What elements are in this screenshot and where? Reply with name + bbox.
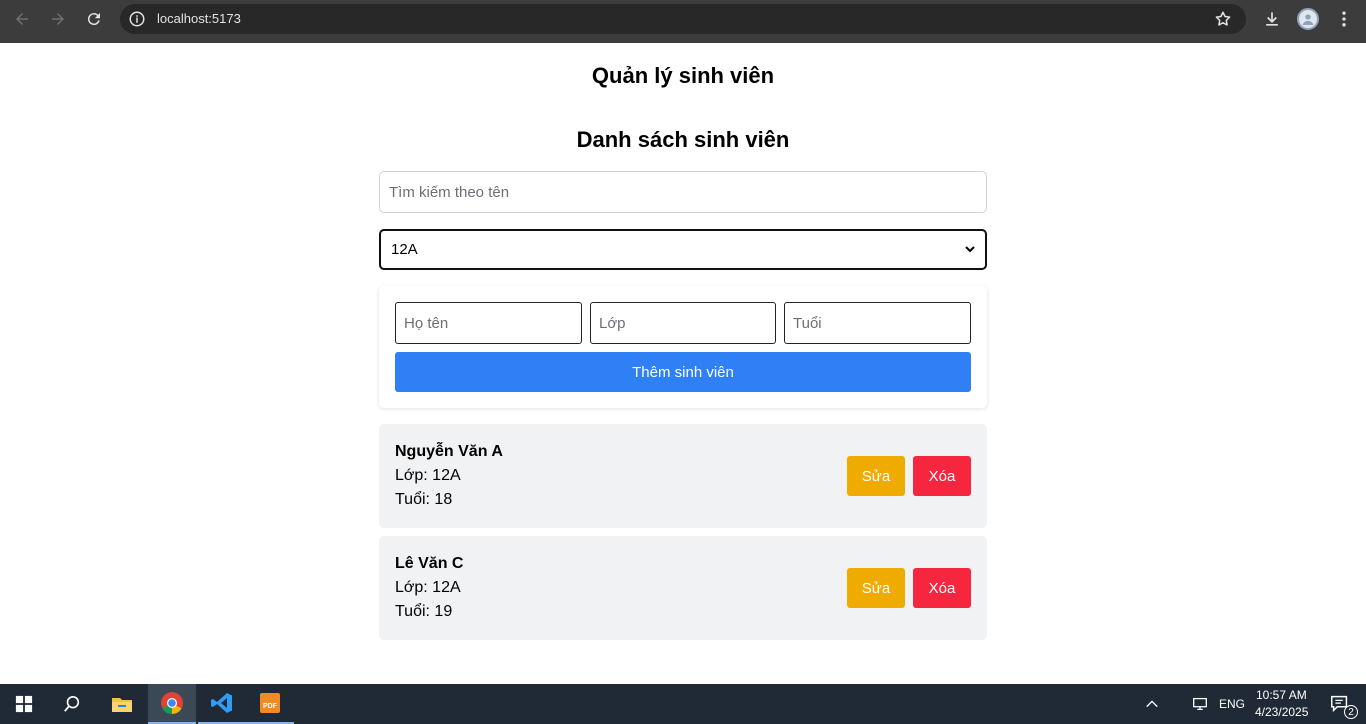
profile-avatar[interactable]	[1297, 8, 1319, 30]
forward-icon[interactable]	[46, 7, 70, 31]
bookmark-star-icon[interactable]	[1214, 10, 1232, 28]
student-age: Tuổi: 19	[395, 603, 453, 620]
student-card: Nguyễn Văn A Lớp: 12A Tuổi: 18 Sửa Xóa	[379, 424, 987, 528]
more-menu-icon[interactable]	[1333, 8, 1355, 30]
back-icon[interactable]	[10, 7, 34, 31]
chevron-up-icon[interactable]	[1130, 684, 1174, 724]
network-icon[interactable]	[1178, 684, 1222, 724]
student-name: Nguyễn Văn A	[395, 443, 503, 460]
language-indicator[interactable]: ENG	[1219, 697, 1245, 711]
address-bar[interactable]: localhost:5173	[120, 4, 1246, 34]
delete-button[interactable]: Xóa	[913, 456, 971, 496]
clock-date[interactable]: 4/23/2025	[1255, 705, 1308, 719]
class-field[interactable]	[590, 302, 776, 344]
add-student-button[interactable]: Thêm sinh viên	[395, 352, 971, 392]
clock-time[interactable]: 10:57 AM	[1256, 688, 1307, 702]
svg-text:PDF: PDF	[263, 703, 278, 710]
taskbar: PDF ENG 10:57 AM 4/23/2025 2	[0, 684, 1366, 724]
list-title: Danh sách sinh viên	[576, 127, 790, 152]
file-explorer-icon[interactable]	[98, 684, 146, 724]
search-icon[interactable]	[48, 684, 96, 724]
age-field[interactable]	[784, 302, 971, 344]
search-input[interactable]	[379, 171, 987, 213]
pdf-reader-icon[interactable]: PDF	[246, 684, 294, 724]
notifications-icon[interactable]: 2	[1318, 684, 1362, 724]
page-title: Quản lý sinh viên	[591, 63, 775, 88]
add-student-form: Thêm sinh viên	[379, 286, 987, 408]
class-filter-value: 12A	[391, 241, 418, 258]
edit-button[interactable]: Sửa	[847, 456, 905, 496]
student-name: Lê Văn C	[395, 555, 464, 572]
vscode-icon[interactable]	[198, 684, 246, 724]
student-class: Lớp: 12A	[395, 467, 461, 484]
chrome-icon[interactable]	[148, 684, 196, 724]
app-page: Quản lý sinh viên Danh sách sinh viên 12…	[0, 43, 1366, 684]
class-filter-select[interactable]: 12A	[379, 229, 987, 270]
name-field[interactable]	[395, 302, 582, 344]
student-card: Lê Văn C Lớp: 12A Tuổi: 19 Sửa Xóa	[379, 536, 987, 640]
student-age: Tuổi: 18	[395, 491, 453, 508]
url-text: localhost:5173	[157, 11, 241, 26]
edit-button[interactable]: Sửa	[847, 568, 905, 608]
notification-count-badge: 2	[1344, 705, 1358, 719]
student-class: Lớp: 12A	[395, 579, 461, 596]
reload-icon[interactable]	[82, 7, 106, 31]
site-info-icon[interactable]	[128, 10, 146, 28]
delete-button[interactable]: Xóa	[913, 568, 971, 608]
windows-start-icon[interactable]	[0, 684, 48, 724]
browser-toolbar: localhost:5173	[0, 0, 1366, 43]
download-icon[interactable]	[1261, 8, 1283, 30]
chevron-down-icon	[965, 241, 975, 258]
